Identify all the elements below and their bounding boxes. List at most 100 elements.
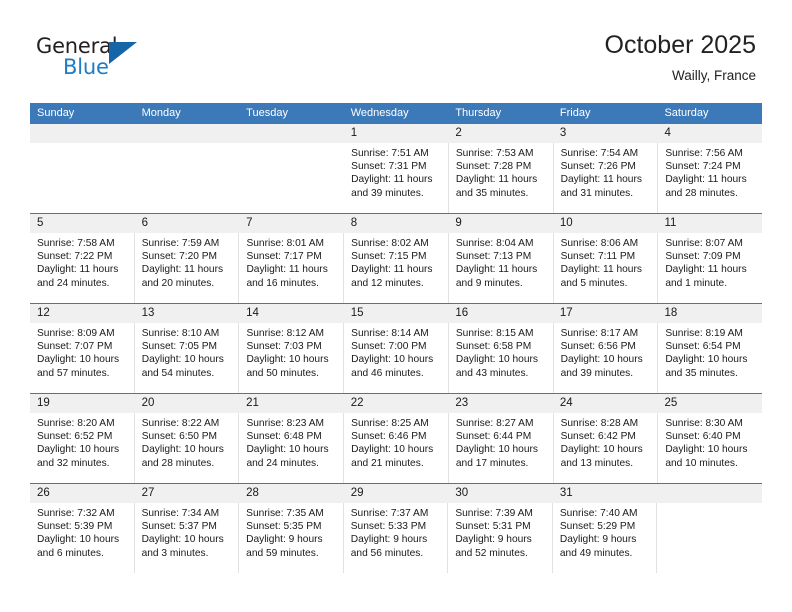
day-info-line: and 20 minutes. [141, 277, 215, 289]
day-info-line: and 39 minutes. [560, 367, 634, 379]
day-cell-7[interactable]: Sunrise: 8:01 AM Sunset: 7:17 PM Daylight:… [239, 233, 345, 303]
day-cell-27[interactable]: Sunrise: 7:34 AM Sunset: 5:37 PM Daylight:… [135, 503, 240, 573]
day-cell-17[interactable]: Sunrise: 8:17 AM Sunset: 6:56 PM Daylight:… [554, 323, 659, 393]
day-cell-20[interactable]: Sunrise: 8:22 AM Sunset: 6:50 PM Daylight:… [135, 413, 240, 483]
day-cell-9[interactable]: Sunrise: 8:04 AM Sunset: 7:13 PM Daylight:… [449, 233, 554, 303]
day-number-31[interactable]: 31 [553, 484, 658, 503]
day-cell-12[interactable]: Sunrise: 8:09 AM Sunset: 7:07 PM Daylight:… [30, 323, 135, 393]
day-info-line: Sunrise: 8:30 AM [665, 418, 743, 429]
day-info-line: Sunrise: 7:53 AM [455, 148, 534, 159]
day-cell-24[interactable]: Sunrise: 8:28 AM Sunset: 6:42 PM Daylight:… [554, 413, 659, 483]
calendar-week-row: 12 13 14 15 16 17 18 Sunrise: 8:09 AM Sunset: 7:… [30, 303, 762, 393]
day-info-line: Daylight: 10 hours [246, 354, 329, 366]
day-cell-8[interactable]: Sunrise: 8:02 AM Sunset: 7:15 PM Daylight:… [344, 233, 449, 303]
day-number-30[interactable]: 30 [448, 484, 553, 503]
day-number-19[interactable]: 19 [30, 394, 135, 413]
day-info-line: and 9 minutes. [455, 277, 523, 289]
day-cell-13[interactable]: Sunrise: 8:10 AM Sunset: 7:05 PM Daylight:… [135, 323, 240, 393]
day-cell-18[interactable]: Sunrise: 8:19 AM Sunset: 6:54 PM Daylight:… [658, 323, 762, 393]
day-info-line: Sunrise: 8:06 AM [560, 238, 639, 249]
day-info-line: and 10 minutes. [665, 457, 738, 469]
day-info-line: Sunrise: 8:07 AM [665, 238, 743, 249]
day-cell-22[interactable]: Sunrise: 8:25 AM Sunset: 6:46 PM Daylight:… [344, 413, 449, 483]
day-number-21[interactable]: 21 [239, 394, 344, 413]
day-info-line: Daylight: 10 hours [246, 444, 329, 456]
day-info-line: Sunrise: 8:02 AM [351, 238, 429, 249]
day-cell-6[interactable]: Sunrise: 7:59 AM Sunset: 7:20 PM Daylight:… [135, 233, 240, 303]
day-number-28[interactable]: 28 [239, 484, 344, 503]
day-number-27[interactable]: 27 [135, 484, 240, 503]
day-info-line: Sunset: 6:46 PM [351, 431, 427, 443]
day-cell-11[interactable]: Sunrise: 8:07 AM Sunset: 7:09 PM Daylight:… [658, 233, 762, 303]
day-number-22[interactable]: 22 [344, 394, 449, 413]
day-cell-10[interactable]: Sunrise: 8:06 AM Sunset: 7:11 PM Daylight:… [554, 233, 659, 303]
day-number-15[interactable]: 15 [344, 304, 449, 323]
day-cell-26[interactable]: Sunrise: 7:32 AM Sunset: 5:39 PM Daylight:… [30, 503, 135, 573]
day-number-4[interactable]: 4 [657, 124, 762, 143]
day-cell-1[interactable]: Sunrise: 7:51 AM Sunset: 7:31 PM Daylight:… [344, 143, 449, 213]
day-info-line: and 39 minutes. [351, 187, 424, 199]
page-title: October 2025 [604, 31, 757, 59]
day-cell-21[interactable]: Sunrise: 8:23 AM Sunset: 6:48 PM Daylight:… [239, 413, 345, 483]
day-cell-16[interactable]: Sunrise: 8:15 AM Sunset: 6:58 PM Daylight:… [449, 323, 554, 393]
day-cell-25[interactable]: Sunrise: 8:30 AM Sunset: 6:40 PM Daylight:… [658, 413, 762, 483]
day-info-line: Sunrise: 8:22 AM [141, 418, 220, 429]
day-info-line: and 13 minutes. [560, 457, 634, 469]
day-info-line: Daylight: 11 hours [246, 264, 328, 276]
day-info-line: Sunset: 7:09 PM [665, 251, 741, 263]
day-number-23[interactable]: 23 [448, 394, 553, 413]
day-info-line: and 43 minutes. [455, 367, 529, 379]
day-cell-31[interactable]: Sunrise: 7:40 AM Sunset: 5:29 PM Daylight:… [553, 503, 658, 573]
day-number-1[interactable]: 1 [344, 124, 449, 143]
calendar-page: General Blue October 2025 Wailly, France… [0, 0, 792, 612]
general-blue-logo: General Blue [36, 34, 156, 84]
day-number-6[interactable]: 6 [135, 214, 240, 233]
day-info-line: and 24 minutes. [37, 277, 110, 289]
day-number-26[interactable]: 26 [30, 484, 135, 503]
day-info-line: Sunset: 7:17 PM [246, 251, 322, 263]
day-cell-empty [30, 143, 135, 213]
day-number-9[interactable]: 9 [448, 214, 553, 233]
day-number-20[interactable]: 20 [135, 394, 240, 413]
day-number-3[interactable]: 3 [553, 124, 658, 143]
day-number-12[interactable]: 12 [30, 304, 135, 323]
day-cell-23[interactable]: Sunrise: 8:27 AM Sunset: 6:44 PM Daylight:… [449, 413, 554, 483]
day-cell-30[interactable]: Sunrise: 7:39 AM Sunset: 5:31 PM Daylight:… [448, 503, 553, 573]
day-number-empty [657, 484, 762, 503]
day-number-2[interactable]: 2 [448, 124, 553, 143]
day-cell-5[interactable]: Sunrise: 7:58 AM Sunset: 7:22 PM Daylight:… [30, 233, 135, 303]
day-cell-14[interactable]: Sunrise: 8:12 AM Sunset: 7:03 PM Daylight:… [239, 323, 345, 393]
day-number-band: 1234 [30, 124, 762, 143]
day-info-line: Daylight: 10 hours [351, 444, 434, 456]
day-cell-19[interactable]: Sunrise: 8:20 AM Sunset: 6:52 PM Daylight:… [30, 413, 135, 483]
calendar-week-row: 19 20 21 22 23 24 25 Sunrise: 8:20 AM Sunset: 6:… [30, 393, 762, 483]
day-number-10[interactable]: 10 [553, 214, 658, 233]
day-number-16[interactable]: 16 [448, 304, 553, 323]
day-number-29[interactable]: 29 [344, 484, 449, 503]
day-cell-15[interactable]: Sunrise: 8:14 AM Sunset: 7:00 PM Daylight:… [344, 323, 449, 393]
day-number-11[interactable]: 11 [657, 214, 762, 233]
day-info-line: Sunrise: 8:12 AM [246, 328, 325, 339]
day-number-13[interactable]: 13 [135, 304, 240, 323]
day-cell-2[interactable]: Sunrise: 7:53 AM Sunset: 7:28 PM Daylight:… [449, 143, 554, 213]
day-number-5[interactable]: 5 [30, 214, 135, 233]
day-info-line: Daylight: 11 hours [560, 264, 642, 276]
day-number-17[interactable]: 17 [553, 304, 658, 323]
day-cell-29[interactable]: Sunrise: 7:37 AM Sunset: 5:33 PM Daylight:… [344, 503, 449, 573]
day-number-14[interactable]: 14 [239, 304, 344, 323]
day-info-line: Daylight: 10 hours [665, 444, 748, 456]
day-number-7[interactable]: 7 [239, 214, 344, 233]
day-number-18[interactable]: 18 [657, 304, 762, 323]
day-info-line: Sunset: 6:58 PM [455, 341, 532, 353]
day-info-line: Sunset: 7:03 PM [246, 341, 322, 353]
day-number-band: 19 20 21 22 23 24 25 [30, 394, 762, 413]
day-number-25[interactable]: 25 [657, 394, 762, 413]
day-cell-3[interactable]: Sunrise: 7:54 AM Sunset: 7:26 PM Daylight:… [554, 143, 659, 213]
day-number-24[interactable]: 24 [553, 394, 658, 413]
day-info-line: Sunset: 5:37 PM [141, 521, 217, 533]
day-number-band: 12 13 14 15 16 17 18 [30, 304, 762, 323]
day-cell-4[interactable]: Sunrise: 7:56 AM Sunset: 7:24 PM Daylight:… [658, 143, 762, 213]
day-cell-28[interactable]: Sunrise: 7:35 AM Sunset: 5:35 PM Daylight:… [239, 503, 344, 573]
day-info-line: Daylight: 9 hours [246, 534, 323, 546]
day-number-8[interactable]: 8 [344, 214, 449, 233]
